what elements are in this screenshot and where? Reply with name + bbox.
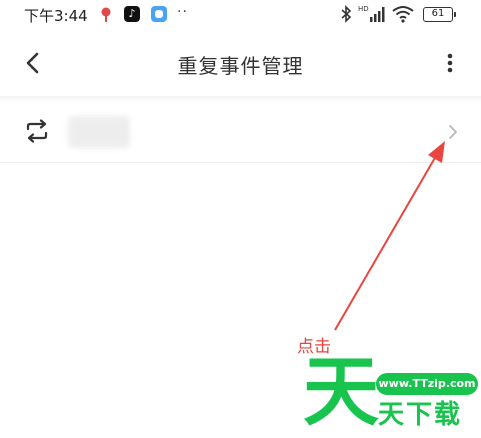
repeat-event-list-item[interactable] xyxy=(0,102,481,162)
more-options-button[interactable] xyxy=(440,48,460,78)
tiktok-icon: ♪ xyxy=(124,6,140,22)
watermark-brand: 天下载 xyxy=(378,400,463,430)
page-title: 重复事件管理 xyxy=(177,54,304,78)
app-bar: 重复事件管理 xyxy=(0,38,481,90)
svg-text:HD: HD xyxy=(358,5,369,13)
bluetooth-icon xyxy=(340,5,352,27)
repeat-icon xyxy=(24,118,50,144)
status-time: 下午3:44 xyxy=(24,7,88,25)
row-divider xyxy=(0,162,481,163)
wifi-icon xyxy=(392,5,414,27)
watermark-url: www.TTzip.com xyxy=(376,373,478,395)
more-notifications-icon: ·· xyxy=(177,4,188,20)
chevron-right-icon xyxy=(446,122,460,142)
location-pin-icon xyxy=(100,6,112,28)
battery-indicator: 61 xyxy=(423,7,456,22)
status-bar: 下午3:44 ♪ ·· HD 61 xyxy=(0,0,481,30)
more-vertical-icon xyxy=(447,53,453,73)
blurred-event-name xyxy=(68,116,130,148)
watermark-logo-char: 天 xyxy=(303,347,379,436)
signal-icon: HD xyxy=(358,4,386,28)
message-app-icon xyxy=(151,6,167,22)
